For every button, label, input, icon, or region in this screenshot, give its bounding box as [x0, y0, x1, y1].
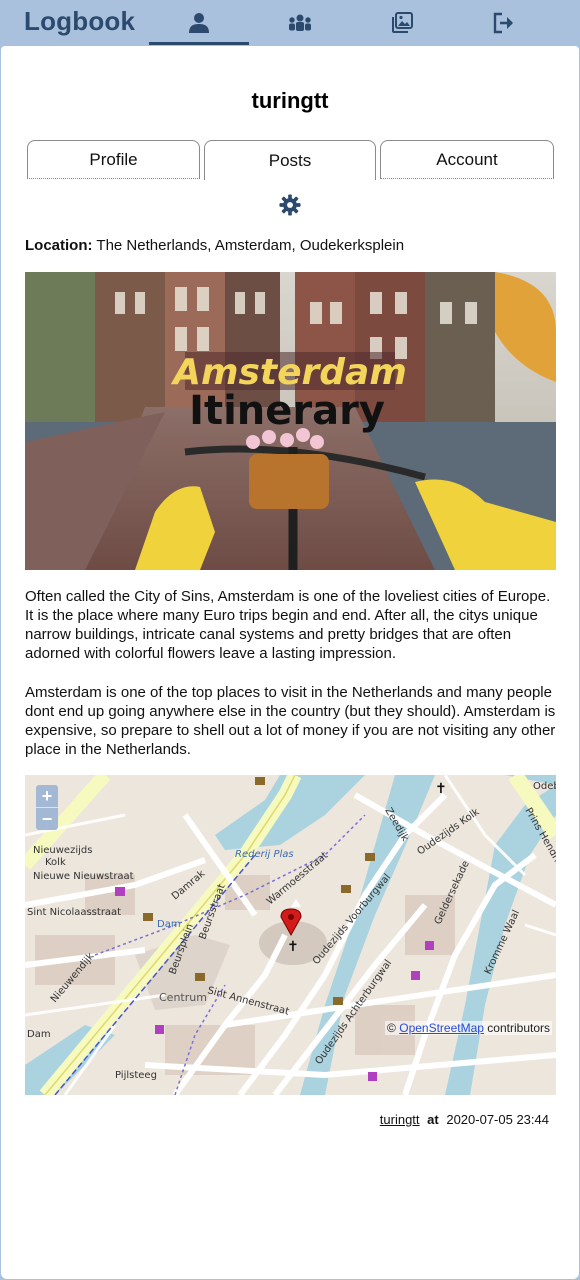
svg-text:✝: ✝: [287, 939, 299, 955]
post-timestamp: 2020-07-05 23:44: [446, 1112, 549, 1127]
svg-text:✝: ✝: [435, 781, 447, 797]
page-title: turingtt: [251, 88, 329, 113]
nav-friends-button[interactable]: [250, 0, 350, 46]
at-label: at: [427, 1112, 439, 1127]
sign-out-icon: [492, 12, 516, 34]
settings-button[interactable]: [278, 193, 302, 221]
profile-card: turingtt Profile Posts Account Location:…: [1, 46, 579, 1279]
map-label: Kolk: [45, 857, 66, 868]
map-attribution: © OpenStreetMap contributors: [385, 1021, 552, 1035]
map-tiles: Nieuwezijds Kolk Nieuwe Nieuwstraat Sint…: [25, 775, 556, 1095]
map-label: Dam: [27, 1029, 51, 1040]
post-footer: turingtt at 2020-07-05 23:44: [380, 1112, 549, 1127]
map-label: Odebru: [533, 781, 556, 792]
image-title-line1: Amsterdam: [170, 352, 407, 393]
map-label: Rederij Plas: [235, 849, 294, 860]
location-map[interactable]: Nieuwezijds Kolk Nieuwe Nieuwstraat Sint…: [25, 775, 556, 1095]
image-title-line2: Itinerary: [189, 388, 385, 434]
user-icon: [188, 12, 210, 34]
map-label: Centrum: [159, 991, 207, 1004]
attribution-suffix: contributors: [487, 1021, 550, 1035]
post-image: Amsterdam Itinerary: [25, 272, 556, 570]
brand-logo[interactable]: Logbook: [24, 6, 135, 37]
location-value: The Netherlands, Amsterdam, Oudekerksple…: [96, 237, 405, 254]
map-label: Nieuwe Nieuwstraat: [33, 871, 134, 882]
map-label: Sint Nicolaasstraat: [27, 907, 121, 918]
tab-posts[interactable]: Posts: [204, 140, 376, 180]
zoom-in-button[interactable]: +: [36, 785, 58, 807]
zoom-divider: [36, 807, 58, 808]
map-zoom-control: + −: [36, 785, 58, 830]
images-icon: [391, 12, 413, 34]
tab-account[interactable]: Account: [380, 140, 554, 179]
top-navbar: Logbook: [0, 0, 580, 46]
post-location: Location: The Netherlands, Amsterdam, Ou…: [25, 237, 404, 254]
map-label: Nieuwezijds: [33, 845, 92, 856]
gear-icon: [279, 193, 301, 221]
location-label: Location:: [25, 237, 93, 254]
attribution-prefix: ©: [387, 1021, 396, 1035]
nav-gallery-button[interactable]: [352, 0, 452, 46]
author-link[interactable]: turingtt: [380, 1112, 420, 1127]
map-label: Pijlsteeg: [115, 1070, 157, 1081]
profile-tabs: Profile Posts Account: [27, 140, 554, 180]
group-icon: [287, 13, 313, 33]
nav-logout-button[interactable]: [454, 0, 554, 46]
zoom-out-button[interactable]: −: [36, 808, 58, 830]
openstreetmap-link[interactable]: OpenStreetMap: [399, 1021, 484, 1035]
tab-profile[interactable]: Profile: [27, 140, 200, 179]
post-paragraph: Often called the City of Sins, Amsterdam…: [25, 588, 551, 662]
post-paragraph: Amsterdam is one of the top places to vi…: [25, 684, 556, 758]
map-label: Dam: [157, 919, 181, 930]
nav-profile-button[interactable]: [149, 0, 249, 46]
